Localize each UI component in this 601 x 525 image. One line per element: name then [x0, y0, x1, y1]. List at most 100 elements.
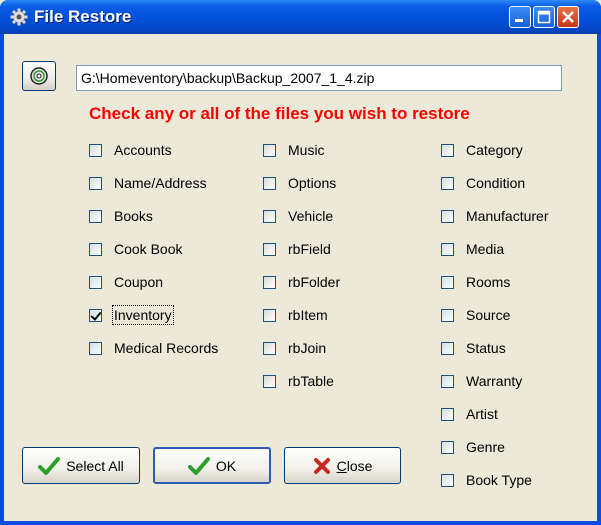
backup-path-field[interactable]: G:\Homeventory\backup\Backup_2007_1_4.zi… — [76, 65, 562, 91]
checkbox-box[interactable] — [441, 440, 454, 454]
checkbox-label: rbTable — [288, 373, 334, 389]
instruction-text: Check any or all of the files you wish t… — [89, 104, 470, 123]
file-checkbox[interactable]: Book Type — [441, 470, 532, 490]
checkbox-box[interactable] — [441, 341, 454, 355]
checkbox-box[interactable] — [441, 374, 454, 388]
file-checkbox[interactable]: Accounts — [89, 140, 172, 160]
file-checkbox[interactable]: Rooms — [441, 272, 510, 292]
checkbox-box[interactable] — [441, 176, 454, 190]
checkbox-box[interactable] — [263, 374, 276, 388]
checkbox-label: rbItem — [288, 307, 328, 323]
checkbox-box[interactable] — [441, 209, 454, 223]
checkbox-label: Status — [466, 340, 506, 356]
browse-backup-button[interactable] — [22, 61, 56, 91]
checkbox-box[interactable] — [89, 143, 102, 157]
maximize-icon — [537, 10, 551, 24]
checkbox-label: Genre — [466, 439, 505, 455]
file-checkbox[interactable]: Music — [263, 140, 325, 160]
file-checkbox[interactable]: Genre — [441, 437, 505, 457]
file-checkbox[interactable]: Condition — [441, 173, 525, 193]
checkbox-label: Music — [288, 142, 325, 158]
file-checkbox[interactable]: Status — [441, 338, 506, 358]
file-checkbox[interactable]: rbField — [263, 239, 331, 259]
checkbox-box[interactable] — [441, 473, 454, 487]
gear-icon — [10, 8, 28, 26]
ok-button[interactable]: OK — [153, 447, 271, 484]
checkbox-label: Manufacturer — [466, 208, 549, 224]
checkbox-box[interactable] — [263, 341, 276, 355]
checkbox-box[interactable] — [89, 209, 102, 223]
checkbox-label: Accounts — [114, 142, 172, 158]
checkbox-box[interactable] — [89, 308, 102, 322]
checkbox-box[interactable] — [89, 176, 102, 190]
file-checkbox[interactable]: Coupon — [89, 272, 163, 292]
close-icon — [562, 11, 574, 23]
checkbox-box[interactable] — [263, 242, 276, 256]
checkbox-label: rbFolder — [288, 274, 341, 290]
checkbox-label: Artist — [466, 406, 498, 422]
title-bar[interactable]: File Restore — [0, 0, 601, 34]
cd-disc-icon — [30, 67, 48, 85]
file-checkbox[interactable]: Source — [441, 305, 510, 325]
file-checkbox[interactable]: Name/Address — [89, 173, 207, 193]
checkbox-box[interactable] — [441, 143, 454, 157]
checkbox-label: Warranty — [466, 373, 523, 389]
checkbox-box[interactable] — [263, 275, 276, 289]
checkbox-label: Inventory — [112, 305, 174, 325]
close-label-rest: lose — [346, 457, 373, 474]
file-checkbox[interactable]: Vehicle — [263, 206, 333, 226]
file-checkbox[interactable]: Warranty — [441, 371, 522, 391]
checkmark-icon — [187, 456, 210, 475]
minimize-button[interactable] — [509, 6, 531, 28]
ok-label: OK — [215, 457, 237, 474]
x-mark-icon — [313, 457, 330, 474]
checkbox-label: Name/Address — [114, 175, 207, 191]
file-checkbox[interactable]: Books — [89, 206, 153, 226]
close-label: Close — [337, 458, 373, 474]
file-checkbox[interactable]: Manufacturer — [441, 206, 548, 226]
checkbox-label: rbJoin — [288, 340, 327, 356]
select-all-label: Select All — [66, 457, 124, 474]
close-hotkey: C — [336, 457, 347, 474]
checkbox-box[interactable] — [89, 242, 102, 256]
file-checkbox[interactable]: Media — [441, 239, 504, 259]
checkbox-box[interactable] — [89, 341, 102, 355]
file-checkbox[interactable]: rbItem — [263, 305, 328, 325]
file-checkbox[interactable]: Cook Book — [89, 239, 182, 259]
checkbox-label: Rooms — [466, 274, 511, 290]
checkbox-box[interactable] — [441, 242, 454, 256]
minimize-icon — [515, 19, 523, 22]
select-all-button[interactable]: Select All — [22, 447, 140, 484]
checkbox-label: Coupon — [114, 274, 164, 290]
checkbox-box[interactable] — [89, 275, 102, 289]
checkbox-label: Vehicle — [288, 208, 334, 224]
checkbox-box[interactable] — [263, 143, 276, 157]
checkbox-box[interactable] — [263, 176, 276, 190]
file-checkbox[interactable]: rbTable — [263, 371, 334, 391]
checkbox-box[interactable] — [263, 209, 276, 223]
window-title: File Restore — [34, 7, 132, 26]
file-checkbox[interactable]: Medical Records — [89, 338, 218, 358]
file-checkbox[interactable]: Category — [441, 140, 523, 160]
checkbox-label: Books — [114, 208, 153, 224]
checkmark-icon — [38, 456, 61, 475]
checkbox-box[interactable] — [441, 308, 454, 322]
file-checkbox[interactable]: rbJoin — [263, 338, 326, 358]
checkbox-label: rbField — [288, 241, 331, 257]
checkbox-box[interactable] — [441, 275, 454, 289]
file-checkbox[interactable]: rbFolder — [263, 272, 340, 292]
maximize-button[interactable] — [533, 6, 555, 28]
checkbox-label: Condition — [466, 175, 526, 191]
file-checkbox[interactable]: Options — [263, 173, 336, 193]
checkbox-label: Source — [466, 307, 511, 323]
checkbox-label: Options — [288, 175, 337, 191]
file-checkbox[interactable]: Inventory — [89, 305, 174, 325]
file-checkbox[interactable]: Artist — [441, 404, 498, 424]
checkbox-label: Cook Book — [114, 241, 183, 257]
checkbox-label: Book Type — [466, 472, 532, 488]
close-button[interactable]: Close — [284, 447, 401, 484]
close-window-button[interactable] — [557, 6, 579, 28]
checkbox-label: Category — [466, 142, 523, 158]
checkbox-box[interactable] — [263, 308, 276, 322]
checkbox-box[interactable] — [441, 407, 454, 421]
